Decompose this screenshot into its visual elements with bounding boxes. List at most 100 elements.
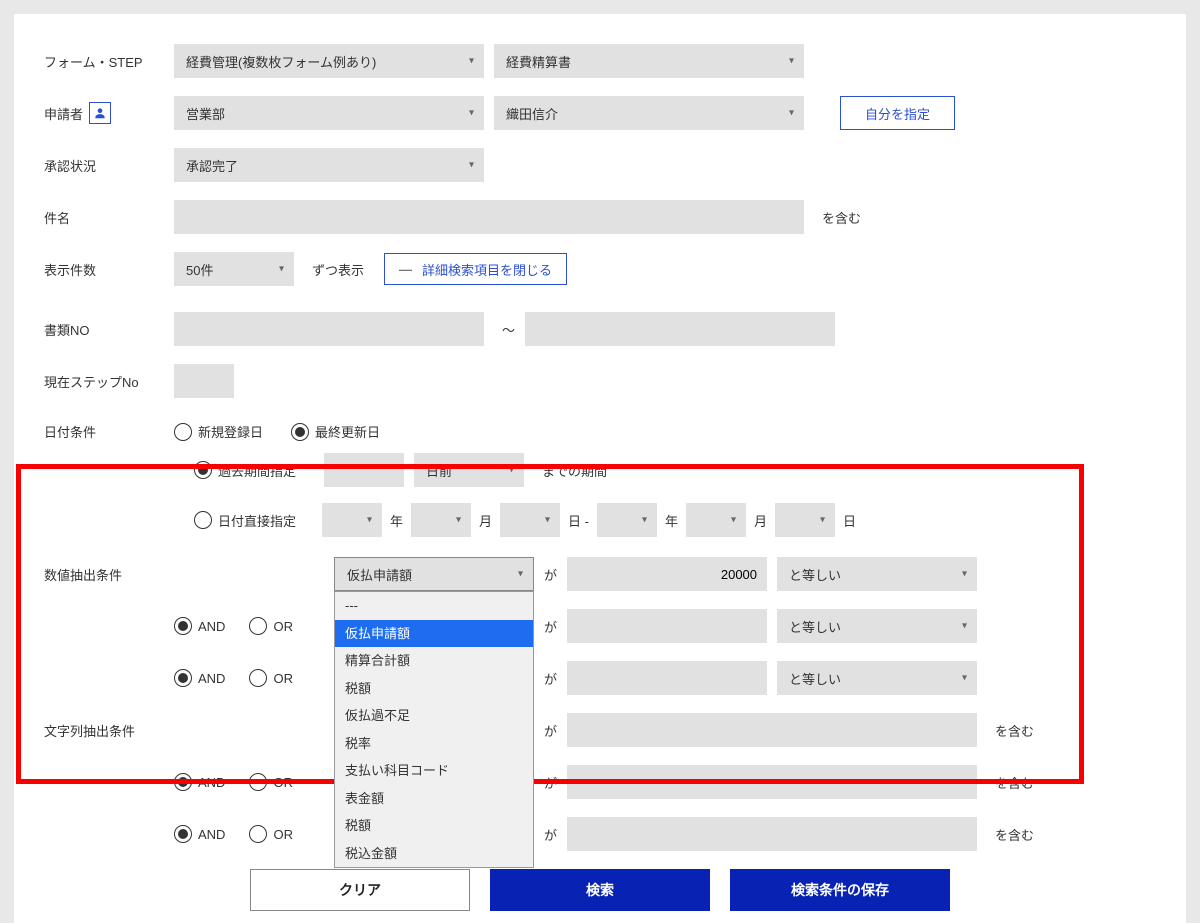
select-approval-status[interactable]: 承認完了 ▾ bbox=[174, 148, 484, 182]
subject-suffix: を含む bbox=[822, 208, 861, 227]
button-clear[interactable]: クリア bbox=[250, 869, 470, 911]
input-string-value-1[interactable] bbox=[567, 713, 977, 747]
chevron-down-icon: ▾ bbox=[642, 515, 647, 526]
dropdown-option[interactable]: 仮払申請額 bbox=[335, 620, 533, 648]
row-current-step-no: 現在ステップNo bbox=[44, 364, 1156, 398]
input-subject[interactable] bbox=[174, 200, 804, 234]
chevron-down-icon: ▾ bbox=[279, 264, 284, 275]
label-applicant: 申請者 bbox=[44, 102, 164, 124]
select-numeric-op-3[interactable]: と等しい ▾ bbox=[777, 661, 977, 695]
label-string-condition: 文字列抽出条件 bbox=[44, 721, 164, 740]
chevron-down-icon: ▾ bbox=[962, 569, 967, 580]
input-current-step-no[interactable] bbox=[174, 364, 234, 398]
select-form-step-2-value: 経費精算書 bbox=[506, 52, 571, 71]
select-applicant-name[interactable]: 織田信介 ▾ bbox=[494, 96, 804, 130]
row-applicant: 申請者 営業部 ▾ 織田信介 ▾ 自分を指定 bbox=[44, 96, 1156, 130]
ga-label: が bbox=[544, 825, 557, 844]
button-specify-self[interactable]: 自分を指定 bbox=[840, 96, 955, 130]
select-approval-status-value: 承認完了 bbox=[186, 156, 238, 175]
dropdown-option[interactable]: 税率 bbox=[335, 730, 533, 758]
input-numeric-value-1[interactable] bbox=[567, 557, 767, 591]
chevron-down-icon: ▾ bbox=[962, 621, 967, 632]
radio-date-direct[interactable]: 日付直接指定 bbox=[194, 511, 314, 530]
label-numeric-condition: 数値抽出条件 bbox=[44, 565, 164, 584]
select-numeric-op-1[interactable]: と等しい ▾ bbox=[777, 557, 977, 591]
radio-numeric-2-or[interactable]: OR bbox=[249, 617, 311, 635]
select-date-to-y[interactable]: ▾ bbox=[597, 503, 657, 537]
radio-numeric-3-and[interactable]: AND bbox=[174, 669, 243, 687]
radio-numeric-3-or[interactable]: OR bbox=[249, 669, 311, 687]
select-date-from-d[interactable]: ▾ bbox=[500, 503, 560, 537]
select-display-count[interactable]: 50件 ▾ bbox=[174, 252, 294, 286]
select-applicant-name-value: 織田信介 bbox=[506, 104, 558, 123]
select-numeric-op-2[interactable]: と等しい ▾ bbox=[777, 609, 977, 643]
string-suffix: を含む bbox=[995, 721, 1034, 740]
row-approval-status: 承認状況 承認完了 ▾ bbox=[44, 148, 1156, 182]
radio-string-2-and[interactable]: AND bbox=[174, 773, 243, 791]
numeric-condition-block: 数値抽出条件 仮払申請額 ▾ ---仮払申請額精算合計額税額仮払過不足税率支払い… bbox=[44, 557, 1156, 695]
select-numeric-field-1[interactable]: 仮払申請額 ▾ bbox=[334, 557, 534, 591]
string-suffix: を含む bbox=[995, 773, 1034, 792]
input-numeric-value-3[interactable] bbox=[567, 661, 767, 695]
radio-string-3-or[interactable]: OR bbox=[249, 825, 311, 843]
dropdown-option[interactable]: 精算合計額 bbox=[335, 647, 533, 675]
label-subject: 件名 bbox=[44, 208, 164, 227]
button-save-conditions[interactable]: 検索条件の保存 bbox=[730, 869, 950, 911]
chevron-down-icon: ▾ bbox=[789, 56, 794, 67]
radio-date-past[interactable]: 過去期間指定 bbox=[194, 461, 314, 480]
input-string-value-2[interactable] bbox=[567, 765, 977, 799]
radio-string-3-and[interactable]: AND bbox=[174, 825, 243, 843]
chevron-down-icon: ▾ bbox=[789, 108, 794, 119]
person-icon[interactable] bbox=[89, 102, 111, 124]
chevron-down-icon: ▾ bbox=[367, 515, 372, 526]
select-date-to-m[interactable]: ▾ bbox=[686, 503, 746, 537]
row-display-count: 表示件数 50件 ▾ ずつ表示 — 詳細検索項目を閉じる bbox=[44, 252, 1156, 286]
chevron-down-icon: ▾ bbox=[469, 56, 474, 67]
dropdown-option[interactable]: 表金額 bbox=[335, 785, 533, 813]
dropdown-option[interactable]: 支払い科目コード bbox=[335, 757, 533, 785]
input-doc-no-to[interactable] bbox=[525, 312, 835, 346]
chevron-down-icon: ▾ bbox=[509, 465, 514, 476]
select-date-from-y[interactable]: ▾ bbox=[322, 503, 382, 537]
chevron-down-icon: ▾ bbox=[456, 515, 461, 526]
select-past-unit[interactable]: 日前 ▾ bbox=[414, 453, 524, 487]
display-count-suffix: ずつ表示 bbox=[312, 260, 364, 279]
select-form-step-2[interactable]: 経費精算書 ▾ bbox=[494, 44, 804, 78]
row-date-condition-head: 日付条件 新規登録日 最終更新日 bbox=[44, 422, 1156, 441]
chevron-down-icon: ▾ bbox=[545, 515, 550, 526]
action-buttons: クリア 検索 検索条件の保存 bbox=[44, 869, 1156, 911]
button-toggle-advanced[interactable]: — 詳細検索項目を閉じる bbox=[384, 253, 567, 285]
dropdown-option[interactable]: 仮払過不足 bbox=[335, 702, 533, 730]
ga-label: が bbox=[544, 617, 557, 636]
input-past-value[interactable] bbox=[324, 453, 404, 487]
ga-label: が bbox=[544, 773, 557, 792]
button-search[interactable]: 検索 bbox=[490, 869, 710, 911]
dropdown-option[interactable]: 税額 bbox=[335, 675, 533, 703]
radio-date-last[interactable]: 最終更新日 bbox=[291, 422, 398, 441]
input-numeric-value-2[interactable] bbox=[567, 609, 767, 643]
input-doc-no-from[interactable] bbox=[174, 312, 484, 346]
dropdown-option[interactable]: 税込金額 bbox=[335, 840, 533, 868]
radio-string-2-or[interactable]: OR bbox=[249, 773, 311, 791]
chevron-down-icon: ▾ bbox=[518, 569, 523, 580]
dropdown-option[interactable]: 税額 bbox=[335, 812, 533, 840]
dropdown-option[interactable]: --- bbox=[335, 592, 533, 620]
row-doc-no: 書類NO ～ bbox=[44, 312, 1156, 346]
ga-label: が bbox=[544, 565, 557, 584]
radio-date-new[interactable]: 新規登録日 bbox=[174, 422, 281, 441]
date-condition-subsection: 過去期間指定 日前 ▾ までの期間 日付直接指定 ▾ 年 ▾ 月 ▾ bbox=[194, 453, 1156, 537]
chevron-down-icon: ▾ bbox=[820, 515, 825, 526]
chevron-down-icon: ▾ bbox=[469, 160, 474, 171]
select-form-step-1[interactable]: 経費管理(複数枚フォーム例あり) ▾ bbox=[174, 44, 484, 78]
input-string-value-3[interactable] bbox=[567, 817, 977, 851]
past-suffix: までの期間 bbox=[542, 461, 607, 480]
select-date-to-d[interactable]: ▾ bbox=[775, 503, 835, 537]
label-display-count: 表示件数 bbox=[44, 260, 164, 279]
select-display-count-value: 50件 bbox=[186, 260, 213, 279]
select-applicant-dept[interactable]: 営業部 ▾ bbox=[174, 96, 484, 130]
dropdown-numeric-field[interactable]: ---仮払申請額精算合計額税額仮払過不足税率支払い科目コード表金額税額税込金額 bbox=[334, 591, 534, 868]
radio-numeric-2-and[interactable]: AND bbox=[174, 617, 243, 635]
label-doc-no: 書類NO bbox=[44, 320, 164, 339]
toggle-advanced-label: 詳細検索項目を閉じる bbox=[422, 260, 552, 279]
select-date-from-m[interactable]: ▾ bbox=[411, 503, 471, 537]
